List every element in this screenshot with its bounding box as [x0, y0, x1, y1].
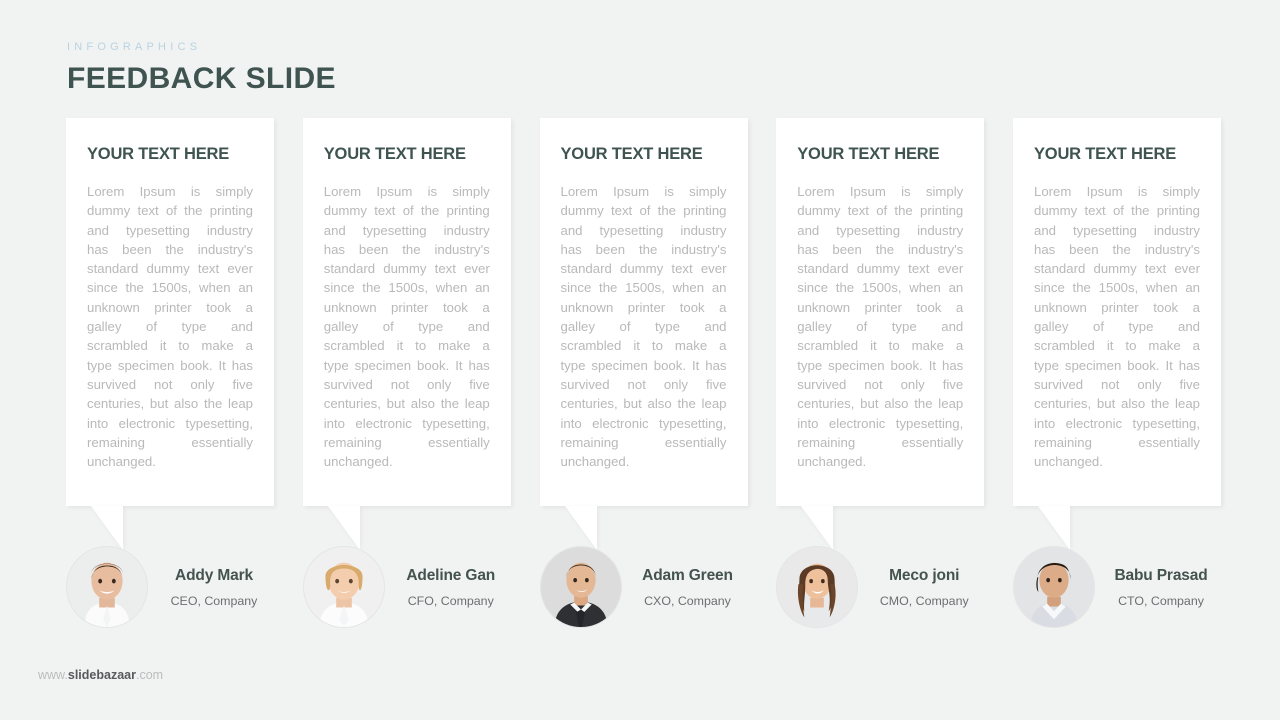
speech-bubble: YOUR TEXT HERE Lorem Ipsum is simply dum… [302, 118, 511, 506]
person-role: CEO, Company [170, 593, 258, 608]
person-entry[interactable]: Adam Green CXO, Company [539, 546, 748, 628]
speech-bubble-tail-icon [564, 506, 597, 550]
card-body-text: Lorem Ipsum is simply dummy text of the … [323, 184, 490, 470]
eyebrow-label: INFOGRAPHICS [67, 41, 202, 53]
card-title: YOUR TEXT HERE [797, 145, 940, 163]
card-title: YOUR TEXT HERE [560, 145, 703, 163]
card-title: YOUR TEXT HERE [87, 145, 230, 163]
footer-watermark: www.slidebazaar.com [38, 667, 163, 683]
person-meta: Meco joni CMO, Company [858, 566, 984, 609]
speech-bubble: YOUR TEXT HERE Lorem Ipsum is simply dum… [1013, 118, 1221, 506]
person-name: Babu Prasad [1114, 566, 1208, 584]
card-body-text: Lorem Ipsum is simply dummy text of the … [1034, 184, 1200, 470]
feedback-card[interactable]: YOUR TEXT HERE Lorem Ipsum is simply dum… [776, 118, 985, 550]
person-name: Meco joni [889, 566, 960, 584]
feedback-card[interactable]: YOUR TEXT HERE Lorem Ipsum is simply dum… [1013, 118, 1221, 550]
speech-bubble: YOUR TEXT HERE Lorem Ipsum is simply dum… [776, 118, 985, 506]
card-body-text: Lorem Ipsum is simply dummy text of the … [560, 184, 727, 470]
avatar [1013, 546, 1095, 628]
person-meta: Babu Prasad CTO, Company [1095, 566, 1221, 609]
person-entry[interactable]: Babu Prasad CTO, Company [1013, 546, 1221, 628]
person-meta: Addy Mark CEO, Company [148, 566, 274, 609]
card-title: YOUR TEXT HERE [323, 145, 466, 163]
speech-bubble-tail-icon [327, 506, 360, 550]
feedback-card[interactable]: YOUR TEXT HERE Lorem Ipsum is simply dum… [302, 118, 511, 550]
person-meta: Adeline Gan CFO, Company [385, 566, 511, 609]
feedback-card[interactable]: YOUR TEXT HERE Lorem Ipsum is simply dum… [539, 118, 748, 550]
footer-brand: slidebazaar [67, 668, 136, 682]
person-meta: Adam Green CXO, Company [622, 566, 748, 609]
avatar [539, 546, 622, 628]
footer-suffix: .com [135, 668, 164, 682]
person-name: Adam Green [642, 566, 733, 584]
card-title: YOUR TEXT HERE [1034, 145, 1177, 163]
person-entry[interactable]: Adeline Gan CFO, Company [302, 546, 511, 628]
person-entry[interactable]: Addy Mark CEO, Company [66, 546, 274, 628]
card-body-text: Lorem Ipsum is simply dummy text of the … [87, 184, 253, 470]
speech-bubble: YOUR TEXT HERE Lorem Ipsum is simply dum… [66, 118, 274, 506]
person-role: CTO, Company [1118, 593, 1204, 608]
speech-bubble-tail-icon [91, 506, 123, 550]
avatar [66, 546, 148, 628]
feedback-cards-row: YOUR TEXT HERE Lorem Ipsum is simply dum… [66, 118, 1221, 550]
person-name: Addy Mark [175, 566, 253, 584]
feedback-card[interactable]: YOUR TEXT HERE Lorem Ipsum is simply dum… [66, 118, 274, 550]
people-row: Addy Mark CEO, Company Adeline Gan CFO, … [66, 546, 1221, 628]
speech-bubble-tail-icon [801, 506, 834, 550]
person-role: CXO, Company [644, 593, 731, 608]
person-role: CFO, Company [407, 593, 494, 608]
footer-prefix: www. [38, 668, 68, 682]
slide-header: INFOGRAPHICS FEEDBACK SLIDE [67, 40, 336, 95]
person-name: Adeline Gan [406, 566, 496, 584]
speech-bubble-tail-icon [1038, 506, 1070, 550]
speech-bubble: YOUR TEXT HERE Lorem Ipsum is simply dum… [539, 118, 748, 506]
person-role: CMO, Company [879, 593, 969, 608]
avatar [776, 546, 859, 628]
person-entry[interactable]: Meco joni CMO, Company [776, 546, 984, 628]
card-body-text: Lorem Ipsum is simply dummy text of the … [797, 184, 964, 470]
avatar [302, 546, 385, 628]
page-title: FEEDBACK SLIDE [67, 62, 336, 95]
